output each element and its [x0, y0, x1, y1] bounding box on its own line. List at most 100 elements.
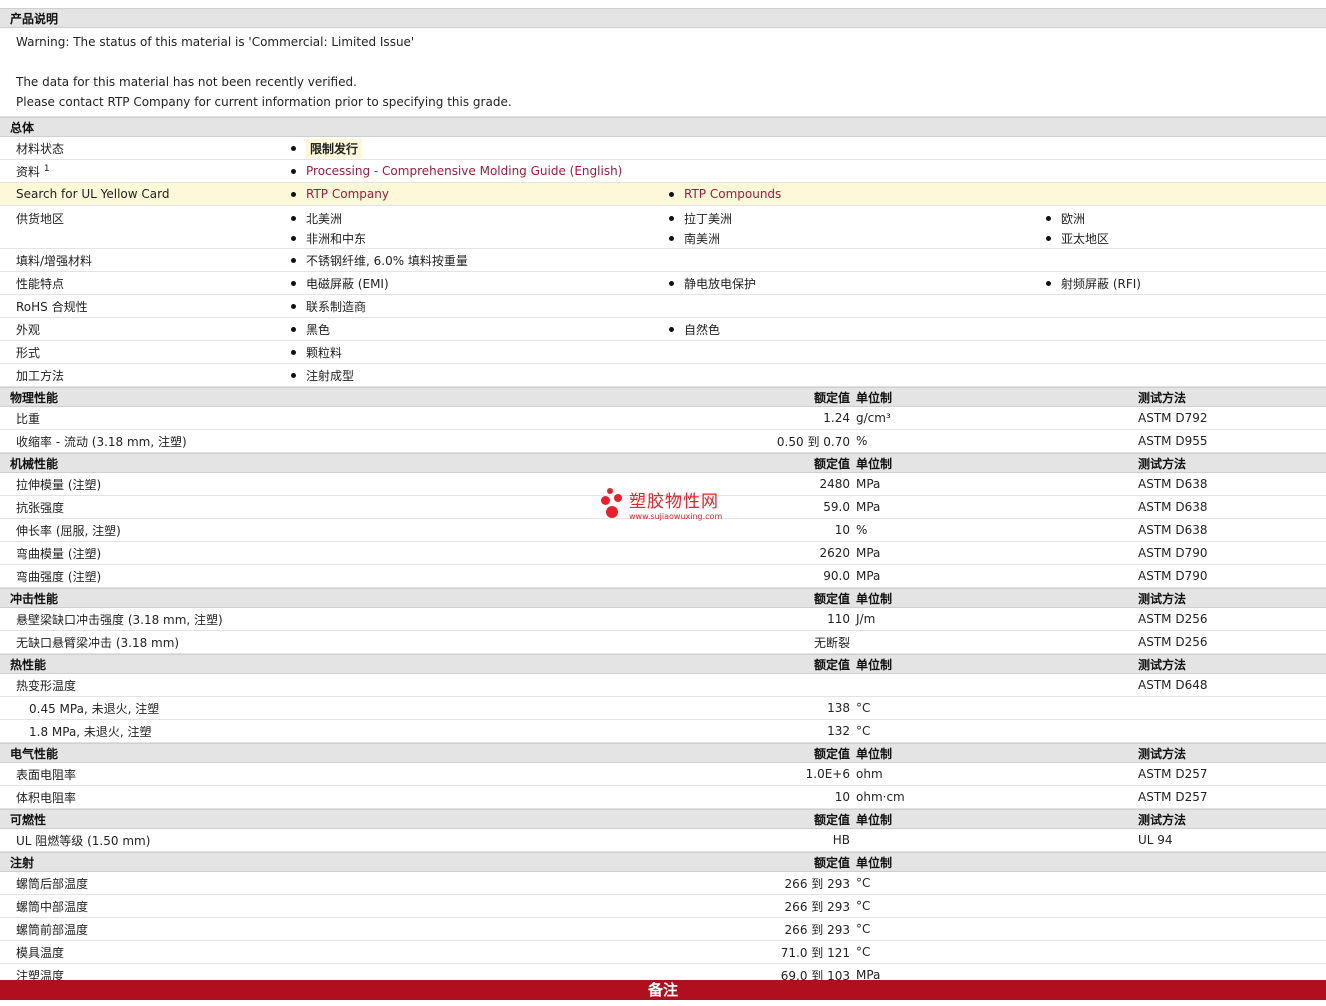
product-description: Warning: The status of this material is …: [0, 28, 1326, 117]
property-value: 1.24: [823, 411, 850, 425]
section-header: 机械性能 额定值 单位制 测试方法: [0, 453, 1326, 473]
test-method: ASTM D257: [1138, 790, 1208, 804]
row-filler: 填料/增强材料 不锈钢纤维, 6.0% 填料按重量: [0, 249, 1326, 272]
test-method: ASTM D638: [1138, 500, 1208, 514]
bullet-icon: [669, 280, 674, 286]
bullet-icon: [291, 280, 296, 286]
table-row: 螺筒中部温度 266 到 293 °C: [0, 895, 1326, 918]
property-value: 138: [827, 701, 850, 715]
top-spacer: [0, 0, 1326, 8]
unit-header: 单位制: [856, 591, 893, 606]
bullet-icon: [291, 349, 296, 355]
table-row: 热变形温度 ASTM D648: [0, 674, 1326, 697]
watermark-logo-icon: [601, 488, 625, 520]
row-regions: 供货地区 北美洲 拉丁美洲 欧洲 非洲和中东 南美洲 亚太地区: [0, 206, 1326, 249]
value-header: 额定值: [813, 657, 850, 672]
property-value: 266 到 293: [784, 876, 850, 891]
property-unit: MPa: [856, 477, 881, 491]
property-value: 110: [827, 612, 850, 626]
property-value: 266 到 293: [784, 922, 850, 937]
property-unit: °C: [856, 876, 871, 890]
row-label: 填料/增强材料: [16, 253, 93, 268]
row-processing: 加工方法 注射成型: [0, 364, 1326, 387]
row-label: 形式: [16, 345, 41, 360]
rtp-compounds-link[interactable]: RTP Compounds: [684, 187, 781, 201]
row-label: Search for UL Yellow Card: [16, 187, 170, 201]
bullet-icon: [291, 191, 296, 197]
bullet-icon: [291, 236, 296, 241]
test-method: ASTM D790: [1138, 546, 1208, 560]
row-label: RoHS 合规性: [16, 299, 88, 314]
section-title: 产品说明: [10, 11, 59, 26]
bullet-icon: [1046, 236, 1051, 241]
table-row: 比重 1.24 g/cm³ ASTM D792: [0, 407, 1326, 430]
list-item[interactable]: Processing - Comprehensive Molding Guide…: [291, 164, 622, 178]
property-label: 热变形温度: [16, 678, 77, 693]
rtp-company-link[interactable]: RTP Company: [306, 187, 389, 201]
bullet-icon: [1046, 216, 1051, 221]
table-row: 弯曲模量 (注塑) 2620 MPa ASTM D790: [0, 542, 1326, 565]
unit-header: 单位制: [856, 456, 893, 471]
property-value: 2480: [819, 477, 850, 491]
bullet-icon: [669, 191, 674, 197]
table-row: 无缺口悬臂梁冲击 (3.18 mm) 无断裂 ASTM D256: [0, 631, 1326, 654]
bullet-icon: [291, 326, 296, 332]
bullet-icon: [669, 216, 674, 221]
bullet-icon: [291, 372, 296, 378]
list-item[interactable]: RTP Compounds: [669, 187, 781, 201]
test-header: 测试方法: [1138, 657, 1187, 672]
unit-header: 单位制: [856, 390, 893, 405]
list-item: 欧洲: [1046, 210, 1085, 227]
status-badge: 限制发行: [306, 138, 363, 158]
list-item: 非洲和中东: [291, 230, 366, 247]
test-method: ASTM D638: [1138, 523, 1208, 537]
value-header: 额定值: [813, 390, 850, 405]
section-general-header: 总体: [0, 117, 1326, 137]
unit-header: 单位制: [856, 746, 893, 761]
list-item: 电磁屏蔽 (EMI): [291, 275, 389, 292]
row-label: 资料 1: [16, 163, 50, 179]
property-sections: 物理性能 额定值 单位制 测试方法 比重 1.24 g/cm³ ASTM D792 收缩率 - …: [0, 387, 1326, 987]
list-item: 颗粒料: [291, 344, 342, 361]
row-rohs: RoHS 合规性 联系制造商: [0, 295, 1326, 318]
property-unit: ohm·cm: [856, 790, 905, 804]
value-header: 额定值: [813, 812, 850, 827]
section-title: 总体: [10, 120, 35, 135]
value-header: 额定值: [813, 746, 850, 761]
list-item: 限制发行: [291, 138, 363, 158]
section-header: 注射 额定值 单位制: [0, 852, 1326, 872]
section-product-header: 产品说明: [0, 8, 1326, 28]
table-row: 表面电阻率 1.0E+6 ohm ASTM D257: [0, 763, 1326, 786]
watermark-url: www.sujiaowuxing.com: [629, 512, 723, 521]
test-header: 测试方法: [1138, 390, 1187, 405]
molding-guide-link[interactable]: Processing - Comprehensive Molding Guide…: [306, 164, 622, 178]
property-unit: g/cm³: [856, 411, 891, 425]
bullet-icon: [669, 326, 674, 332]
test-header: 测试方法: [1138, 812, 1187, 827]
table-row: 悬壁梁缺口冲击强度 (3.18 mm, 注塑) 110 J/m ASTM D256: [0, 608, 1326, 631]
property-value: 无断裂: [813, 635, 850, 650]
property-value: 1.0E+6: [805, 767, 850, 781]
test-header: 测试方法: [1138, 456, 1187, 471]
property-unit: J/m: [856, 612, 876, 626]
value-header: 额定值: [813, 456, 850, 471]
list-item: 亚太地区: [1046, 230, 1109, 247]
unit-header: 单位制: [856, 657, 893, 672]
bullet-icon: [291, 145, 296, 151]
test-header: 测试方法: [1138, 746, 1187, 761]
footnote-marker: 1: [43, 163, 50, 174]
bullet-icon: [291, 168, 296, 174]
bullet-icon: [291, 257, 296, 263]
section-header: 热性能 额定值 单位制 测试方法: [0, 654, 1326, 674]
bullet-icon: [669, 236, 674, 241]
list-item[interactable]: RTP Company: [291, 187, 389, 201]
list-item: 联系制造商: [291, 298, 366, 315]
row-form: 形式 颗粒料: [0, 341, 1326, 364]
table-row: 弯曲强度 (注塑) 90.0 MPa ASTM D790: [0, 565, 1326, 588]
property-unit: %: [856, 434, 868, 448]
property-unit: MPa: [856, 569, 881, 583]
property-value: 71.0 到 121: [780, 945, 850, 960]
bullet-icon: [291, 216, 296, 221]
watermark-text: 塑胶物性网: [629, 492, 719, 512]
